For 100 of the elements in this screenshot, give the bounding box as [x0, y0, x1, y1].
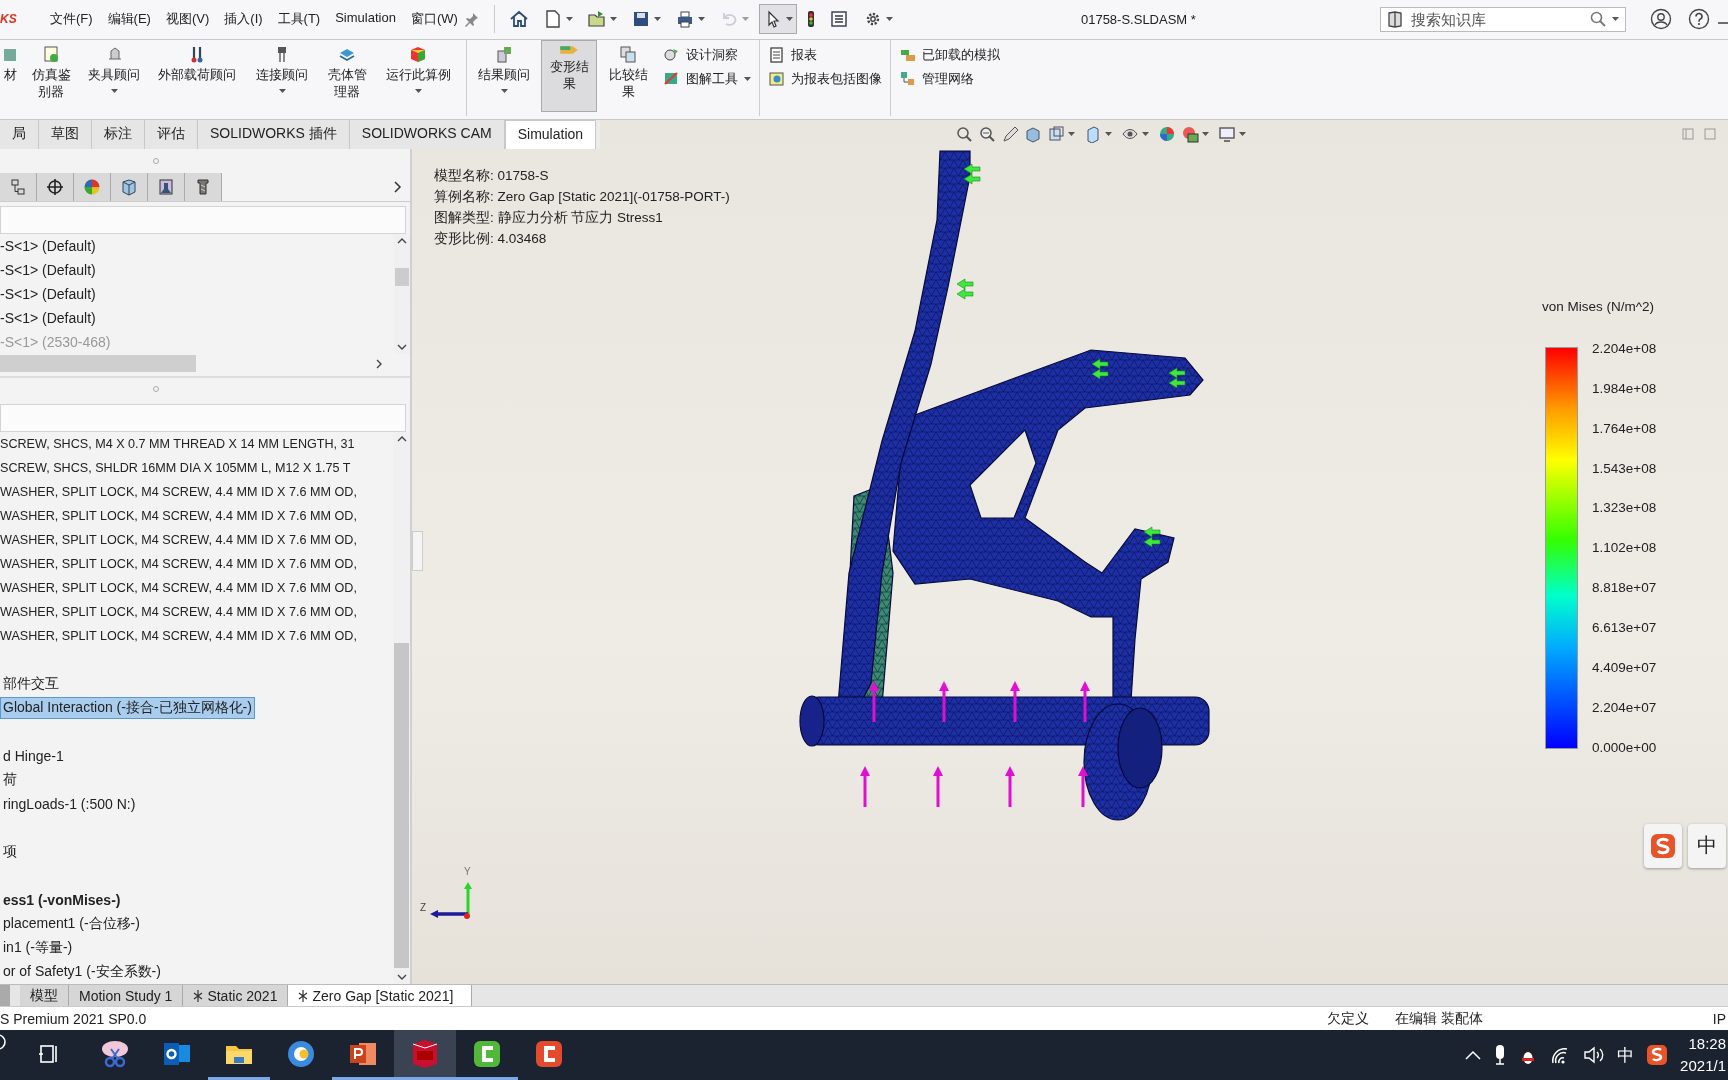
- part-item[interactable]: WASHER, SPLIT LOCK, M4 SCREW, 4.4 MM ID X 7.6 MM OD,: [0, 527, 393, 552]
- study-tree-item[interactable]: d Hinge-1: [0, 745, 67, 766]
- tree-item[interactable]: -S<1> (Default): [0, 257, 394, 282]
- ribbon-button[interactable]: 变形结果: [541, 39, 597, 112]
- menu-item[interactable]: 窗口(W): [404, 7, 464, 32]
- scene-icon[interactable]: [1181, 125, 1199, 144]
- ribbon-button[interactable]: 为报表包括图像: [768, 69, 882, 88]
- ribbon-button[interactable]: 已卸载的模拟: [899, 45, 1000, 64]
- command-tab[interactable]: 标注: [92, 119, 145, 149]
- help-icon[interactable]: [1688, 8, 1710, 31]
- task-view-icon[interactable]: [38, 1042, 60, 1065]
- study-tree-item[interactable]: Global Interaction (-接合-已独立网格化-): [0, 696, 255, 719]
- study-tree-item[interactable]: placement1 (-合位移-): [0, 912, 143, 935]
- command-tab[interactable]: 局: [0, 119, 39, 149]
- study-tab[interactable]: Static 2021: [183, 985, 289, 1007]
- sogou-s-icon[interactable]: [1646, 1044, 1669, 1066]
- clock[interactable]: 18:28 2021/1: [1680, 1033, 1728, 1077]
- menu-item[interactable]: 编辑(E): [101, 7, 157, 32]
- menu-item[interactable]: 工具(T): [271, 7, 327, 32]
- scroll-up-icon[interactable]: [397, 237, 407, 244]
- display-style-icon[interactable]: [1047, 125, 1065, 144]
- filter-field[interactable]: [0, 403, 406, 432]
- appearance-icon[interactable]: [1158, 125, 1176, 144]
- search-input[interactable]: 搜索知识库: [1409, 10, 1584, 29]
- menu-item[interactable]: 文件(F): [44, 7, 99, 32]
- zoom-to-fit-icon[interactable]: [955, 125, 973, 144]
- command-tab[interactable]: 草图: [39, 119, 92, 149]
- menu-item[interactable]: 插入(I): [218, 7, 269, 32]
- study-tree-item[interactable]: 部件交互: [0, 672, 62, 695]
- panel-tab[interactable]: [185, 172, 222, 201]
- chevron-up-icon[interactable]: [1465, 1050, 1482, 1060]
- monitor-icon[interactable]: [1218, 125, 1236, 144]
- study-tree-item[interactable]: ess1 (-vonMises-): [0, 889, 124, 910]
- scrollbar-thumb[interactable]: [0, 355, 196, 373]
- study-tree-item[interactable]: in1 (-等量-): [0, 936, 76, 959]
- command-tab[interactable]: SOLIDWORKS CAM: [349, 119, 505, 149]
- command-tab[interactable]: 评估: [145, 119, 198, 149]
- menu-item[interactable]: 视图(V): [159, 7, 216, 32]
- ribbon-button[interactable]: 设计洞察: [663, 45, 751, 64]
- zoom-area-icon[interactable]: [978, 125, 996, 144]
- ribbon-button[interactable]: 连接顾问: [248, 39, 316, 112]
- study-tab[interactable]: 模型: [20, 985, 69, 1007]
- part-item[interactable]: SCREW, SHCS, M4 X 0.7 MM THREAD X 14 MM LENGTH, 31: [0, 431, 393, 456]
- panel-tab[interactable]: [148, 172, 185, 201]
- filter-field[interactable]: [0, 205, 406, 234]
- scrollbar-thumb[interactable]: [395, 267, 409, 286]
- part-item[interactable]: WASHER, SPLIT LOCK, M4 SCREW, 4.4 MM ID X 7.6 MM OD,: [0, 575, 393, 600]
- ribbon-button[interactable]: 报表: [768, 45, 882, 64]
- pin-icon[interactable]: [463, 11, 480, 28]
- tree-item[interactable]: -S<1> (Default): [0, 233, 394, 258]
- tree-item[interactable]: -S<1> (Default): [0, 305, 394, 330]
- study-tree-item[interactable]: 项: [0, 840, 20, 863]
- search-bar[interactable]: 搜索知识库: [1380, 7, 1626, 32]
- chevron-right-icon[interactable]: [394, 180, 402, 193]
- speaker-icon[interactable]: [1583, 1045, 1606, 1065]
- study-tree-item[interactable]: or of Safety1 (-安全系数-): [0, 960, 164, 983]
- menu-item[interactable]: Simulation: [329, 7, 402, 32]
- ribbon-button[interactable]: 比较结果: [601, 39, 655, 112]
- command-tab[interactable]: Simulation: [504, 119, 597, 149]
- part-item[interactable]: WASHER, SPLIT LOCK, M4 SCREW, 4.4 MM ID X 7.6 MM OD,: [0, 479, 393, 504]
- study-tab[interactable]: Motion Study 1: [69, 985, 184, 1007]
- part-item[interactable]: WASHER, SPLIT LOCK, M4 SCREW, 4.4 MM ID X 7.6 MM OD,: [0, 599, 393, 624]
- ribbon-button[interactable]: 壳体管理器: [320, 39, 374, 112]
- study-tree-item[interactable]: 荷: [0, 768, 20, 791]
- ribbon-button[interactable]: 仿真鉴别器: [24, 39, 78, 112]
- scroll-right-icon[interactable]: [376, 358, 382, 369]
- panel-collapse-handle[interactable]: [412, 530, 423, 571]
- penguin-icon[interactable]: [1519, 1044, 1538, 1066]
- input-method-button[interactable]: [1644, 823, 1682, 868]
- ribbon-button[interactable]: 运行此算例: [378, 39, 458, 112]
- command-tab[interactable]: SOLIDWORKS 插件: [198, 119, 350, 149]
- tree-item[interactable]: -S<1> (Default): [0, 281, 394, 306]
- scroll-down-icon[interactable]: [397, 343, 407, 350]
- ribbon-button[interactable]: 外部载荷顾问: [150, 39, 244, 112]
- ribbon-button[interactable]: 结果顾问: [471, 39, 537, 112]
- panel-tab[interactable]: [37, 172, 74, 201]
- pencil-icon[interactable]: [1001, 125, 1019, 144]
- plot-info-text: 模型名称: 01758-S: [434, 166, 550, 185]
- study-icon: [298, 989, 309, 1002]
- section-view-icon[interactable]: [1024, 125, 1042, 144]
- scroll-down-icon[interactable]: [396, 974, 407, 981]
- scrollbar-thumb[interactable]: [394, 643, 409, 969]
- study-tree-item[interactable]: ringLoads-1 (:500 N:): [0, 793, 139, 814]
- part-item[interactable]: WASHER, SPLIT LOCK, M4 SCREW, 4.4 MM ID X 7.6 MM OD,: [0, 503, 393, 528]
- pointer-button[interactable]: [758, 4, 797, 35]
- study-tab[interactable]: Zero Gap [Static 2021]: [288, 985, 473, 1007]
- legend-label: 4.409e+07: [1592, 660, 1657, 675]
- ribbon-button[interactable]: 管理网络: [899, 69, 1000, 88]
- input-mode-button[interactable]: 中: [1617, 1043, 1635, 1067]
- part-item[interactable]: SCREW, SHCS, SHLDR 16MM DIA X 105MM L, M12 X 1.75 T: [0, 455, 393, 480]
- scroll-up-icon[interactable]: [396, 435, 407, 442]
- ribbon-button[interactable]: 夹具顾问: [82, 39, 146, 112]
- units-button[interactable]: IP: [1712, 1010, 1726, 1027]
- user-icon[interactable]: [1650, 8, 1672, 31]
- input-mode-button[interactable]: 中: [1688, 823, 1726, 868]
- view-orientation-icon[interactable]: [1084, 125, 1102, 144]
- ribbon-button[interactable]: 图解工具: [663, 69, 751, 88]
- part-item[interactable]: WASHER, SPLIT LOCK, M4 SCREW, 4.4 MM ID X 7.6 MM OD,: [0, 551, 393, 576]
- ribbon-button[interactable]: 材: [0, 39, 20, 112]
- part-item[interactable]: WASHER, SPLIT LOCK, M4 SCREW, 4.4 MM ID X 7.6 MM OD,: [0, 623, 393, 648]
